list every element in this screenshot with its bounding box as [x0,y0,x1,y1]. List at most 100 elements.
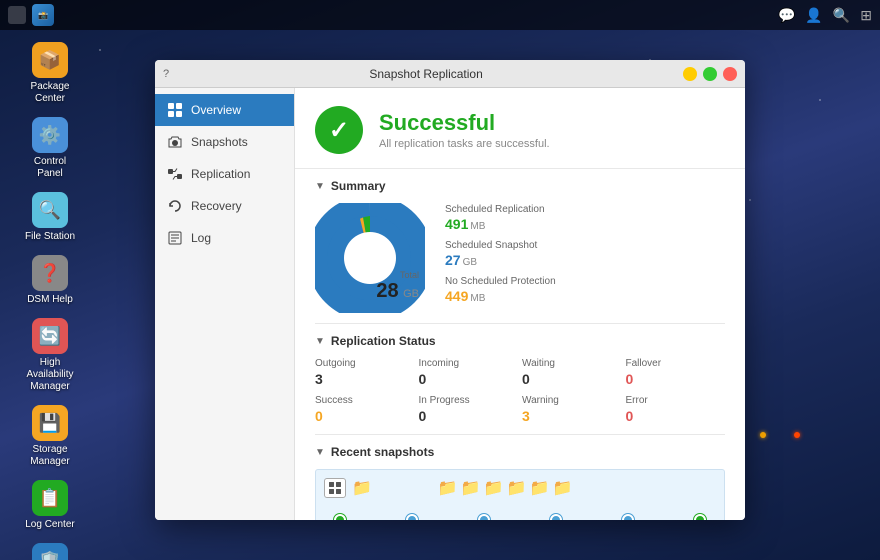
user-icon[interactable]: 👤 [805,7,822,24]
stat-waiting-label: Waiting [522,358,622,369]
timeline-dot-6 [694,514,706,520]
legend-unit-1: GB [463,257,477,268]
folder-icon-5: 📁 [507,478,527,498]
apps-grid-icon[interactable] [8,6,26,24]
total-unit: GB [403,288,419,300]
stat-inprogress-label: In Progress [419,395,519,406]
recovery-icon [167,198,183,214]
desktop-icons: 📦 Package Center ⚙️ Control Panel 🔍 File… [18,38,82,560]
snapshots-toolbar: 📁 📁 📁 📁 📁 📁 📁 [324,478,716,498]
folder-icon-2: 📁 [438,478,458,498]
titlebar-controls: − □ × [683,67,737,81]
replication-section-label: Replication Status [331,334,436,348]
log-icon [167,230,183,246]
stat-outgoing-label: Outgoing [315,358,415,369]
stat-incoming-label: Incoming [419,358,519,369]
status-success-icon: ✓ [315,106,363,154]
replication-stats-grid: Outgoing 3 Incoming 0 Waiting 0 Fallov [315,358,725,424]
timeline-dots [324,514,716,520]
legend-value-0: 491 [445,216,468,232]
summary-arrow-icon: ▼ [315,181,325,192]
sidebar-item-recovery[interactable]: Recovery [155,190,294,222]
timeline-dot-4 [550,514,562,520]
snapshots-view-button[interactable] [324,478,346,498]
stat-waiting: Waiting 0 [522,358,622,387]
close-button[interactable]: × [723,67,737,81]
folder-icon-4: 📁 [484,478,504,498]
folder-icon-1: 📁 [352,478,372,498]
total-value: 28 [376,280,398,302]
overview-label: Overview [191,103,241,117]
timeline: 🗄️ 🗄️ 🗄️ [324,504,716,520]
chat-icon[interactable]: 💬 [778,7,795,24]
timeline-dot-5 [622,514,634,520]
legend-label-1: Scheduled Snapshot [445,240,725,251]
replication-arrow-icon: ▼ [315,336,325,347]
stat-inprogress-value: 0 [419,408,519,424]
pie-total: Total 28 GB [376,270,419,303]
content-area: ✓ Successful All replication tasks are s… [295,88,745,520]
camera-icon [167,134,183,150]
stat-fallover: Fallover 0 [626,358,726,387]
grid-menu-icon[interactable]: ⊞ [860,7,872,24]
sidebar: Overview Snapshots [155,88,295,520]
stat-error-label: Error [626,395,726,406]
stat-success: Success 0 [315,395,415,424]
snapshots-section-header[interactable]: ▼ Recent snapshots [315,445,725,459]
sidebar-item-replication[interactable]: Replication [155,158,294,190]
folder-icons-row: 📁 📁 📁 📁 📁 📁 [438,478,573,498]
replication-icon [167,166,183,182]
topbar-right: 💬 👤 🔍 ⊞ [778,7,872,24]
desktop-icon-storage-manager[interactable]: 💾 Storage Manager [18,401,82,472]
sidebar-item-log[interactable]: Log [155,222,294,254]
stat-incoming: Incoming 0 [419,358,519,387]
desktop-icon-log-center[interactable]: 📋 Log Center [18,476,82,535]
search-icon[interactable]: 🔍 [833,7,850,24]
minimize-button[interactable]: − [683,67,697,81]
stat-outgoing: Outgoing 3 [315,358,415,387]
stat-error-value: 0 [626,408,726,424]
stat-fallover-label: Fallover [626,358,726,369]
legend-item-scheduled-snapshot: Scheduled Snapshot 27GB [445,240,725,270]
legend-unit-2: MB [470,293,485,304]
desktop-icon-high-availability[interactable]: 🔄 High Availability Manager [18,314,82,397]
stat-warning-value: 3 [522,408,622,424]
timeline-dot-3 [478,514,490,520]
folder-icon-6: 📁 [530,478,550,498]
summary-section: ▼ Summary [295,169,745,323]
snapshots-container: 📁 📁 📁 📁 📁 📁 📁 [315,469,725,520]
replication-section-header[interactable]: ▼ Replication Status [315,334,725,348]
log-label: Log [191,231,211,245]
stat-waiting-value: 0 [522,371,622,387]
snapshots-section-label: Recent snapshots [331,445,434,459]
road-lights [760,430,800,440]
overview-icon [167,102,183,118]
taskbar-app-snapshot[interactable]: 📸 [32,4,54,26]
snapshots-label: Snapshots [191,135,248,149]
recovery-label: Recovery [191,199,242,213]
stat-fallover-value: 0 [626,371,726,387]
summary-legend: Scheduled Replication 491MB Scheduled Sn… [445,204,725,312]
legend-value-1: 27 [445,252,461,268]
summary-section-header[interactable]: ▼ Summary [315,179,725,193]
folder-icon-3: 📁 [461,478,481,498]
desktop-icon-security-advisor[interactable]: 🛡️ Security Advisor [18,539,82,560]
maximize-button[interactable]: □ [703,67,717,81]
sidebar-item-snapshots[interactable]: Snapshots [155,126,294,158]
app-body: Overview Snapshots [155,88,745,520]
stat-error: Error 0 [626,395,726,424]
desktop-icon-dsm-help[interactable]: ❓ DSM Help [18,251,82,310]
desktop-icon-package-center[interactable]: 📦 Package Center [18,38,82,109]
desktop: 📸 💬 👤 🔍 ⊞ 📦 Package Center ⚙️ Control Pa… [0,0,880,560]
pie-chart: Total 28 GB [315,203,425,313]
folder-icon-7: 📁 [553,478,573,498]
sidebar-item-overview[interactable]: Overview [155,94,294,126]
replication-status-section: ▼ Replication Status Outgoing 3 Incoming… [295,324,745,434]
stat-warning: Warning 3 [522,395,622,424]
stat-in-progress: In Progress 0 [419,395,519,424]
desktop-icon-control-panel[interactable]: ⚙️ Control Panel [18,113,82,184]
recent-snapshots-section: ▼ Recent snapshots [295,435,745,520]
legend-label-2: No Scheduled Protection [445,276,725,287]
summary-content: Total 28 GB Scheduled Replication 491MB [315,203,725,313]
desktop-icon-file-station[interactable]: 🔍 File Station [18,188,82,247]
